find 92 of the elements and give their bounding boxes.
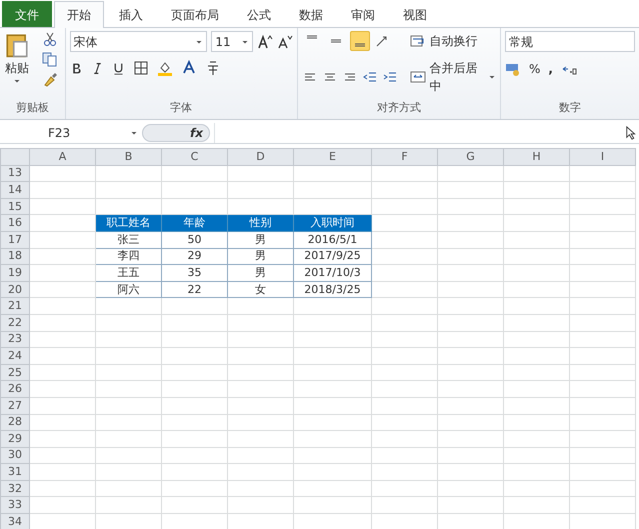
shrink-font-icon[interactable]	[276, 34, 293, 50]
table-cell: 男	[228, 231, 294, 248]
row-header[interactable]: 16	[0, 214, 30, 232]
name-box[interactable]: F23	[0, 122, 142, 142]
row-header[interactable]: 32	[0, 480, 30, 497]
table-cell: 男	[228, 248, 294, 265]
row-header[interactable]: 29	[0, 430, 30, 448]
table-cell: 2018/3/25	[294, 281, 372, 298]
table-cell: 50	[162, 231, 228, 248]
comma-button[interactable]: ,	[548, 60, 553, 78]
font-name-value: 宋体	[74, 34, 99, 50]
group-label: 字体	[169, 100, 194, 116]
row-header[interactable]: 17	[0, 231, 30, 248]
column-header[interactable]: B	[96, 148, 162, 166]
column-header[interactable]: F	[372, 148, 438, 166]
row-header[interactable]: 15	[0, 198, 30, 215]
table-cell: 李四	[96, 248, 162, 265]
table-cell: 35	[162, 264, 228, 282]
fx-button[interactable]: fx	[190, 124, 203, 142]
row-header[interactable]: 33	[0, 496, 30, 514]
row-header[interactable]: 23	[0, 331, 30, 348]
table-cell: 女	[228, 281, 294, 298]
column-header[interactable]: H	[504, 148, 570, 166]
row-header[interactable]: 22	[0, 314, 30, 332]
column-header[interactable]: E	[294, 148, 372, 166]
column-header[interactable]: D	[228, 148, 294, 166]
paste-button[interactable]: 粘贴	[5, 59, 29, 77]
row-header[interactable]: 13	[0, 165, 30, 182]
row-header[interactable]: 19	[0, 264, 30, 282]
scissors-icon[interactable]	[42, 31, 58, 47]
row-header[interactable]: 21	[0, 298, 30, 314]
table-cell: 22	[162, 281, 228, 298]
underline-icon[interactable]	[112, 62, 125, 74]
file-menu-tab[interactable]: 文件	[2, 1, 52, 27]
table-header-cell: 年龄	[162, 214, 228, 232]
row-header[interactable]: 27	[0, 397, 30, 414]
table-header-cell: 性别	[228, 214, 294, 232]
fill-color-icon[interactable]	[156, 60, 173, 76]
table-cell: 2017/9/25	[294, 248, 372, 265]
currency-icon[interactable]	[505, 61, 521, 77]
percent-button[interactable]: %	[529, 60, 540, 78]
group-label: 数字	[558, 100, 582, 116]
merge-cells-icon[interactable]	[410, 69, 426, 85]
column-header[interactable]: I	[570, 148, 636, 166]
table-header-cell: 职工姓名	[96, 214, 162, 232]
align-lines-icon[interactable]	[350, 31, 370, 51]
ribbon-tab[interactable]: 审阅	[338, 1, 388, 27]
wrap-text-button[interactable]: 自动换行	[410, 32, 478, 50]
row-header[interactable]: 25	[0, 364, 30, 381]
grow-font-icon[interactable]	[256, 34, 273, 50]
row-header[interactable]: 24	[0, 348, 30, 364]
table-cell: 阿六	[96, 281, 162, 298]
row-header[interactable]: 30	[0, 447, 30, 464]
caret-icon[interactable]	[488, 73, 496, 81]
name-box-value: F23	[48, 124, 70, 142]
ribbon-tab[interactable]: 插入	[106, 1, 156, 27]
row-header[interactable]: 34	[0, 514, 30, 529]
brush-icon[interactable]	[42, 71, 58, 87]
column-header[interactable]: G	[438, 148, 504, 166]
ribbon-tab[interactable]: 数据	[286, 1, 336, 27]
copy-icon[interactable]	[42, 51, 58, 67]
ribbon-tab[interactable]: 公式	[234, 1, 284, 27]
table-cell: 2017/10/3	[294, 264, 372, 282]
font-size-field[interactable]: 11	[211, 31, 253, 52]
number-format-field[interactable]: 常规	[505, 31, 635, 52]
font-size-value: 11	[215, 34, 232, 50]
borders-icon[interactable]	[132, 60, 149, 76]
number-format-value: 常规	[509, 34, 533, 50]
merge-center-button[interactable]: 合并后居中	[410, 59, 496, 95]
table-cell: 张三	[96, 231, 162, 248]
table-cell: 29	[162, 248, 228, 265]
ribbon-tab[interactable]: 页面布局	[158, 1, 232, 27]
row-header[interactable]: 18	[0, 248, 30, 265]
table-header-cell: 入职时间	[294, 214, 372, 232]
table-cell: 2016/5/1	[294, 231, 372, 248]
row-header[interactable]: 14	[0, 182, 30, 198]
ribbon-tab[interactable]: 视图	[390, 1, 440, 27]
font-name-field[interactable]: 宋体	[70, 31, 208, 52]
column-header[interactable]: A	[30, 148, 96, 166]
row-header[interactable]: 28	[0, 414, 30, 431]
table-cell: 男	[228, 264, 294, 282]
row-header[interactable]: 26	[0, 380, 30, 398]
table-cell: 王五	[96, 264, 162, 282]
row-header[interactable]: 31	[0, 464, 30, 480]
column-header[interactable]: C	[162, 148, 228, 166]
wrap-text-icon[interactable]	[410, 33, 426, 49]
row-header[interactable]: 20	[0, 281, 30, 298]
font-color-icon[interactable]	[180, 60, 197, 76]
group-label: 对齐方式	[376, 100, 422, 116]
ribbon-tab[interactable]: 开始	[54, 1, 104, 28]
group-label: 剪贴板	[14, 100, 50, 116]
caret-icon[interactable]	[13, 77, 21, 85]
